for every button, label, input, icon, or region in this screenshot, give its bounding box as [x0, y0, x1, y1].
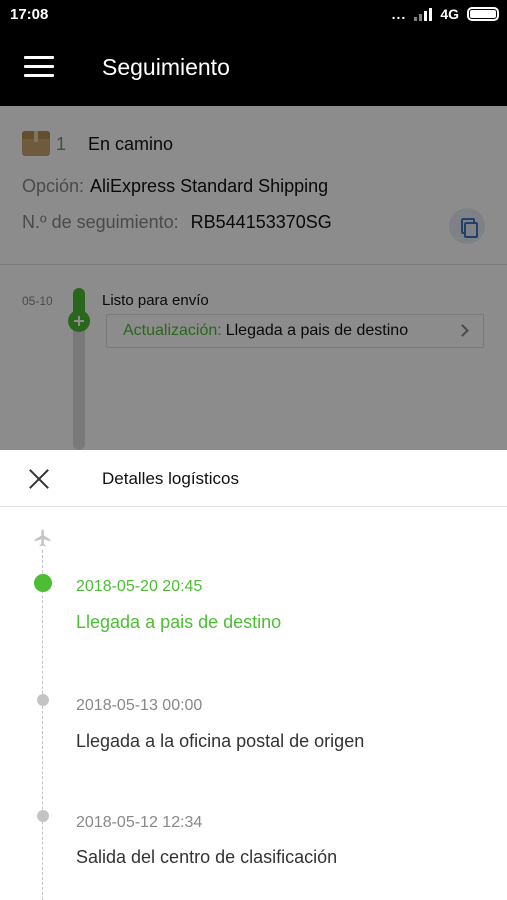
event-date: 2018-05-12 12:34 [76, 814, 203, 831]
network-type: 4G [440, 6, 459, 22]
status-time: 17:08 [10, 6, 49, 23]
event-dot-current [34, 574, 52, 592]
signal-icon [414, 7, 433, 21]
menu-icon[interactable] [24, 56, 54, 78]
event-text: Llegada a pais de destino [76, 612, 282, 632]
dim-overlay[interactable] [0, 106, 507, 450]
status-indicators: ... 4G [392, 6, 499, 22]
event-date: 2018-05-20 20:45 [76, 578, 203, 595]
event-text: Salida del centro de clasificación [76, 847, 338, 867]
event-text: Llegada a la oficina postal de origen [76, 731, 365, 751]
app-bar: Seguimiento [0, 30, 507, 106]
notification-dots: ... [391, 6, 407, 22]
page-title: Seguimiento [102, 54, 230, 80]
battery-icon [467, 7, 499, 21]
timeline-line [42, 550, 43, 900]
event-dot [37, 694, 49, 706]
event-date: 2018-05-13 00:00 [76, 697, 203, 714]
plane-icon [34, 529, 51, 547]
status-bar: 17:08 ... 4G [0, 0, 507, 30]
logistics-sheet: Detalles logísticos 2018-05-20 20:45 Lle… [0, 450, 507, 900]
sheet-header: Detalles logísticos [0, 450, 507, 507]
close-icon[interactable] [27, 467, 51, 491]
sheet-title: Detalles logísticos [102, 469, 240, 488]
event-dot [37, 810, 49, 822]
